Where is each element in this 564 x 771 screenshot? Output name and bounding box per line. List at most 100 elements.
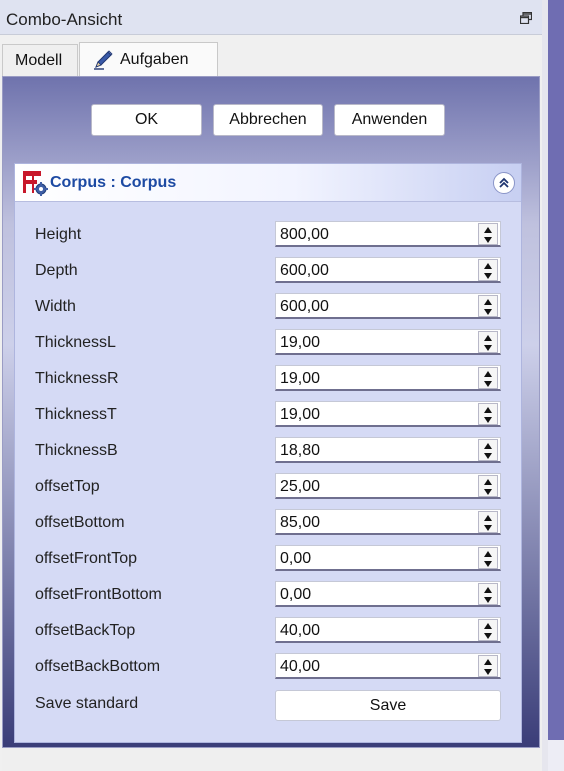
pencil-icon (94, 49, 113, 70)
triangle-up-icon[interactable] (483, 226, 493, 234)
field-row: ThicknessT 19,00 (15, 398, 521, 434)
triangle-down-icon[interactable] (483, 452, 493, 460)
save-label: Save standard (35, 695, 139, 712)
save-row: Save standard Save (15, 687, 521, 723)
triangle-down-icon[interactable] (483, 272, 493, 280)
triangle-down-icon[interactable] (483, 632, 493, 640)
spin-buttons[interactable] (478, 619, 498, 641)
tab-modell[interactable]: Modell (2, 44, 78, 76)
thickness-t-input[interactable]: 19,00 (275, 401, 501, 427)
spin-buttons[interactable] (478, 439, 498, 461)
thickness-b-input[interactable]: 18,80 (275, 437, 501, 463)
tab-aufgaben-label: Aufgaben (120, 50, 189, 68)
triangle-down-icon[interactable] (483, 236, 493, 244)
triangle-up-icon[interactable] (483, 406, 493, 414)
offset-back-top-input[interactable]: 40,00 (275, 617, 501, 643)
field-row: offsetBottom 85,00 (15, 506, 521, 542)
triangle-up-icon[interactable] (483, 370, 493, 378)
triangle-up-icon[interactable] (483, 550, 493, 558)
field-label: ThicknessL (35, 334, 116, 351)
field-value: 600,00 (280, 262, 329, 279)
offset-top-input[interactable]: 25,00 (275, 473, 501, 499)
field-label: offsetFrontTop (35, 550, 137, 567)
triangle-up-icon[interactable] (483, 586, 493, 594)
triangle-down-icon[interactable] (483, 344, 493, 352)
offset-back-bottom-input[interactable]: 40,00 (275, 653, 501, 679)
field-label: Height (35, 226, 82, 243)
triangle-down-icon[interactable] (483, 380, 493, 388)
spin-buttons[interactable] (478, 367, 498, 389)
tab-modell-label: Modell (15, 51, 63, 69)
triangle-up-icon[interactable] (483, 478, 493, 486)
viewport-edge-bottom (548, 740, 564, 771)
field-value: 19,00 (280, 370, 321, 387)
cancel-button[interactable]: Abbrechen (213, 104, 323, 136)
dock-title: Combo-Ansicht (6, 10, 123, 29)
tab-aufgaben[interactable]: Aufgaben (79, 42, 218, 76)
triangle-down-icon[interactable] (483, 668, 493, 676)
field-value: 800,00 (280, 226, 329, 243)
spin-buttons[interactable] (478, 475, 498, 497)
field-row: offsetFrontBottom 0,00 (15, 578, 521, 614)
group-header: Corpus : Corpus (15, 164, 521, 202)
field-row: Depth 600,00 (15, 254, 521, 290)
triangle-up-icon[interactable] (483, 622, 493, 630)
save-button[interactable]: Save (275, 690, 501, 721)
field-label: ThicknessT (35, 406, 117, 423)
thickness-l-input[interactable]: 19,00 (275, 329, 501, 355)
group-title: Corpus : Corpus (50, 174, 177, 191)
collapse-button[interactable] (493, 172, 515, 194)
thickness-r-input[interactable]: 19,00 (275, 365, 501, 391)
spin-buttons[interactable] (478, 403, 498, 425)
field-label: offsetFrontBottom (35, 586, 162, 603)
float-window-icon[interactable] (520, 12, 532, 24)
freecad-workbench-icon (23, 171, 48, 196)
field-row: offsetBackBottom 40,00 (15, 650, 521, 686)
triangle-down-icon[interactable] (483, 416, 493, 424)
triangle-up-icon[interactable] (483, 298, 493, 306)
spin-buttons[interactable] (478, 547, 498, 569)
triangle-down-icon[interactable] (483, 308, 493, 316)
triangle-down-icon[interactable] (483, 524, 493, 532)
width-input[interactable]: 600,00 (275, 293, 501, 319)
spin-buttons[interactable] (478, 583, 498, 605)
spin-buttons[interactable] (478, 223, 498, 245)
field-row: ThicknessB 18,80 (15, 434, 521, 470)
field-value: 0,00 (280, 550, 312, 567)
field-label: offsetBackTop (35, 622, 136, 639)
triangle-up-icon[interactable] (483, 442, 493, 450)
field-label: Depth (35, 262, 78, 279)
ok-button[interactable]: OK (91, 104, 202, 136)
dock-title-bar: Combo-Ansicht (0, 0, 542, 35)
apply-button[interactable]: Anwenden (334, 104, 445, 136)
corpus-group-box: Corpus : Corpus Height 800,00 Depth 600,… (14, 163, 522, 743)
triangle-up-icon[interactable] (483, 334, 493, 342)
tab-bar: Modell Aufgaben (0, 36, 542, 76)
triangle-up-icon[interactable] (483, 514, 493, 522)
field-value: 19,00 (280, 406, 321, 423)
field-value: 40,00 (280, 658, 321, 675)
offset-front-bottom-input[interactable]: 0,00 (275, 581, 501, 607)
offset-bottom-input[interactable]: 85,00 (275, 509, 501, 535)
spin-buttons[interactable] (478, 259, 498, 281)
triangle-up-icon[interactable] (483, 262, 493, 270)
triangle-down-icon[interactable] (483, 596, 493, 604)
field-label: ThicknessB (35, 442, 118, 459)
task-panel-footer (2, 748, 540, 771)
offset-front-top-input[interactable]: 0,00 (275, 545, 501, 571)
triangle-down-icon[interactable] (483, 560, 493, 568)
spin-buttons[interactable] (478, 331, 498, 353)
spin-buttons[interactable] (478, 511, 498, 533)
field-value: 600,00 (280, 298, 329, 315)
triangle-up-icon[interactable] (483, 658, 493, 666)
depth-input[interactable]: 600,00 (275, 257, 501, 283)
field-row: offsetFrontTop 0,00 (15, 542, 521, 578)
field-value: 18,80 (280, 442, 321, 459)
field-row: offsetBackTop 40,00 (15, 614, 521, 650)
triangle-down-icon[interactable] (483, 488, 493, 496)
field-label: offsetTop (35, 478, 100, 495)
spin-buttons[interactable] (478, 655, 498, 677)
height-input[interactable]: 800,00 (275, 221, 501, 247)
field-value: 0,00 (280, 586, 312, 603)
spin-buttons[interactable] (478, 295, 498, 317)
